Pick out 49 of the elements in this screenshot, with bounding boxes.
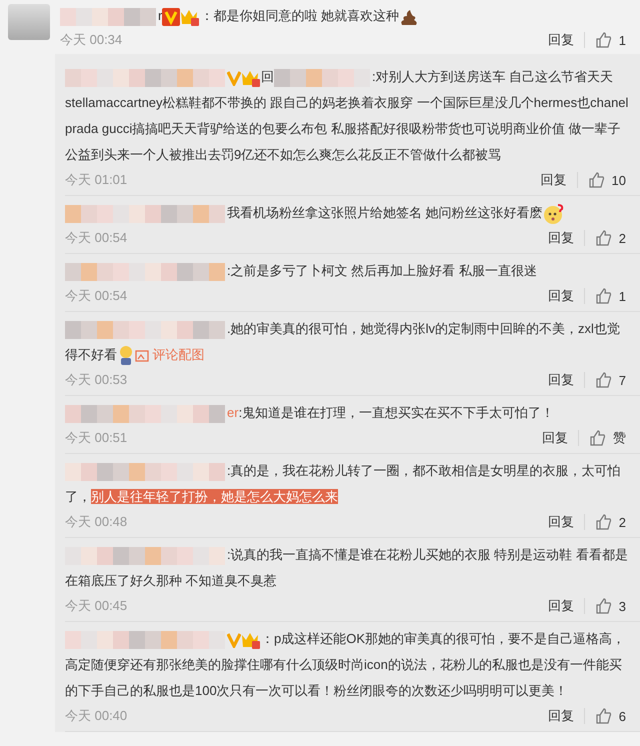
like-button[interactable]: 2 xyxy=(584,513,640,531)
thumbs-up-icon xyxy=(594,707,613,725)
comment-text: r ：都是你姐同意的啦 她就喜欢这种 xyxy=(60,4,640,28)
thumbs-up-icon xyxy=(588,171,606,189)
thumbs-up-icon xyxy=(594,229,613,247)
thumbs-up-icon xyxy=(594,371,613,389)
reply-button[interactable]: 回复 xyxy=(538,229,584,247)
comment-time: 今天 00:53 xyxy=(65,371,128,389)
comment-text: 回 :对别人大方到送房送车 自己这么节省天天 stellamaccartney松糕鞋都不带换的 跟自己的妈老换着衣服穿 一个国际巨星没几个hermes也chanel prada gucci搞搞吧天天背驴给送的包要么布包 私服搭配好很吸粉带货也可说明商业价值 做一辈子公益到头来一个人被推出去罚9亿还不如怎么爽怎么花反正不管做什么都被骂 xyxy=(65,68,630,164)
comment-time: 今天 00:45 xyxy=(65,597,128,615)
comment-text: :说真的我一直搞不懂是谁在花粉儿买她的衣服 特别是运动鞋 看看都是在箱底压了好久那种 不知道臭不臭惹 xyxy=(65,546,629,590)
like-button[interactable]: 1 xyxy=(584,287,640,305)
comment-text: 我看机场粉丝拿这张照片给她签名 她问粉丝这张好看麽 xyxy=(65,200,640,226)
like-button[interactable]: 赞 xyxy=(579,429,640,447)
thumbs-up-icon xyxy=(589,429,607,447)
comment-time: 今天 01:01 xyxy=(65,171,128,189)
comment-text: :真的是，我在花粉儿转了一圈，都不敢相信是女明星的衣服，太可怕了，别人是往年轻了打扮，她是怎么大妈怎么来 xyxy=(65,462,622,506)
thumbs-up-icon xyxy=(594,31,613,49)
reply-button[interactable]: 回复 xyxy=(532,429,578,447)
comment-time: 今天 00:51 xyxy=(65,429,128,447)
comment-time: 今天 00:34 xyxy=(60,31,124,49)
comment-text: er:鬼知道是谁在打理，一直想买实在买不下手太可怕了！ xyxy=(65,400,640,426)
comment-time: 今天 00:54 xyxy=(65,287,128,305)
like-button[interactable]: 10 xyxy=(578,171,640,189)
comment-text: ：p成这样还能OK那她的审美真的很可怕，要不是自己逼格高，高定随便穿还有那张绝美的脸撑住哪有什么顶级时尚icon的说法，花粉儿的私服也是没有一件能买的下手自己的私服也是100次只有一次可以看！粉丝闭眼夸的次数还少吗明明可以更美！ xyxy=(65,630,626,700)
puzzled-emoji-icon xyxy=(542,202,565,225)
like-button[interactable]: 1 xyxy=(584,31,640,49)
comment-time: 今天 00:54 xyxy=(65,229,128,247)
image-icon xyxy=(135,350,149,362)
avatar[interactable] xyxy=(8,4,50,40)
comment-time: 今天 00:40 xyxy=(65,707,128,725)
like-button[interactable]: 3 xyxy=(584,597,640,615)
comment-text: :之前是多亏了卜柯文 然后再加上脸好看 私服一直很迷 xyxy=(65,258,640,284)
thumbs-up-icon xyxy=(594,513,613,531)
reply-button[interactable]: 回复 xyxy=(538,371,584,389)
reply-button[interactable]: 回复 xyxy=(538,31,584,49)
thumbs-up-icon xyxy=(594,287,613,305)
comment-text: .她的审美真的很可怕，她觉得内张lv的定制雨中回眸的不美，zxl也觉得不好看 评论配图 xyxy=(65,316,640,368)
like-button[interactable]: 7 xyxy=(584,371,640,389)
thumbs-up-icon xyxy=(594,597,613,615)
figure-emoji-icon xyxy=(117,344,135,367)
reply-button[interactable]: 回复 xyxy=(538,513,584,531)
reply-button[interactable]: 回复 xyxy=(538,597,584,615)
reply-button[interactable]: 回复 xyxy=(530,171,577,189)
reply-button[interactable]: 回复 xyxy=(538,287,584,305)
like-button[interactable]: 2 xyxy=(584,229,640,247)
reply-button[interactable]: 回复 xyxy=(538,707,584,725)
comment-time: 今天 00:48 xyxy=(65,513,128,531)
like-button[interactable]: 6 xyxy=(584,707,640,725)
